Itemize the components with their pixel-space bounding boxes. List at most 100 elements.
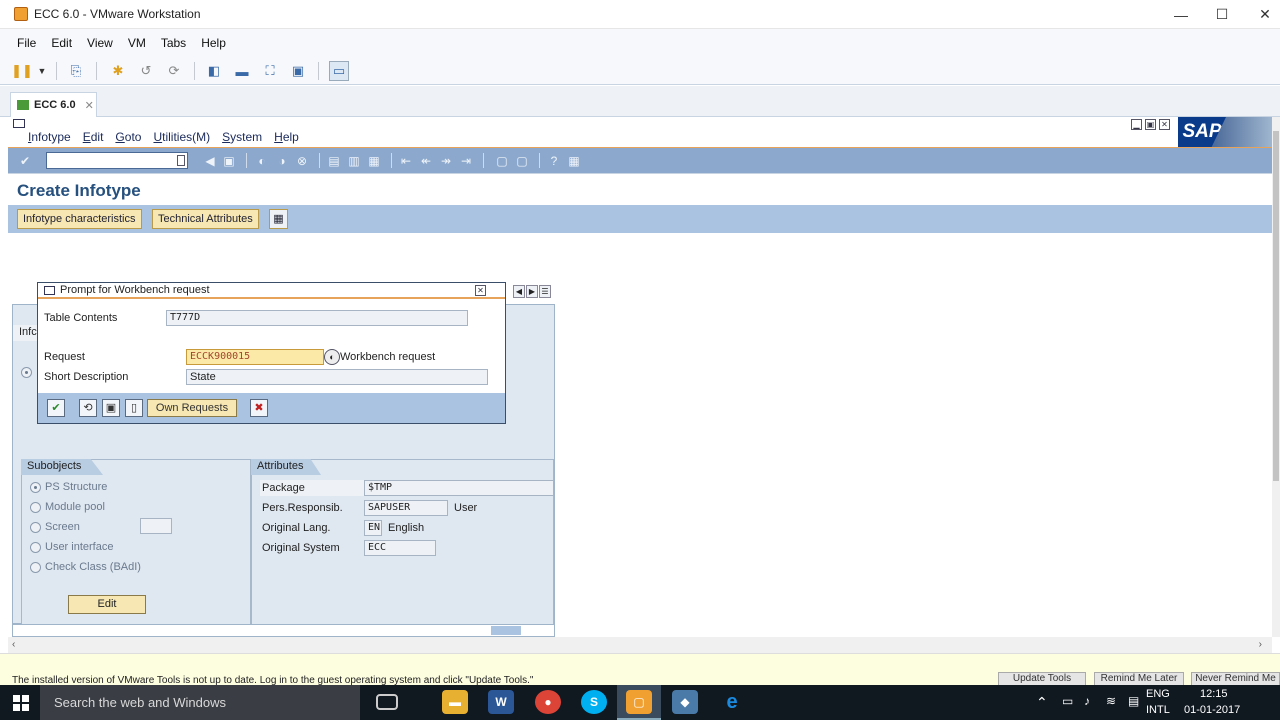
never-remind-button[interactable]: Never Remind Me	[1191, 672, 1280, 686]
search-placeholder: Search the web and Windows	[54, 695, 226, 710]
radio-ps-structure[interactable]: PS Structure	[30, 481, 107, 493]
radio-check-class[interactable]: Check Class (BAdI)	[30, 561, 141, 573]
help-icon[interactable]: ?	[546, 153, 562, 169]
menu-vm[interactable]: VM	[128, 36, 146, 50]
send-ctrl-alt-del-icon[interactable]: ⎘	[66, 61, 86, 81]
create-request-icon[interactable]: ◐	[324, 349, 340, 365]
full-screen-icon[interactable]: ⛶	[260, 61, 280, 81]
taskbar-search-box[interactable]: Search the web and Windows	[40, 685, 360, 720]
volume-icon[interactable]: ♪	[1084, 694, 1090, 720]
remind-later-button[interactable]: Remind Me Later	[1094, 672, 1184, 686]
task-view-icon[interactable]	[376, 694, 398, 710]
thumbnail-bar-icon[interactable]: ▬	[232, 61, 252, 81]
back-icon[interactable]: ◐	[254, 153, 270, 169]
display-request-icon[interactable]: ⟲	[79, 399, 97, 417]
sap-restore-icon[interactable]: ▣	[1145, 119, 1156, 130]
screen-layout-icon[interactable]: ▦	[269, 209, 288, 229]
menu-help[interactable]: Help	[201, 36, 226, 50]
notification-icon[interactable]: ▤	[1128, 694, 1139, 720]
panel-scrollbar[interactable]	[12, 624, 555, 637]
wifi-icon[interactable]: ≋	[1106, 694, 1116, 720]
new-session-icon[interactable]: ▢	[494, 153, 510, 169]
command-field[interactable]	[46, 152, 188, 169]
sap-menu-infotype[interactable]: Infotype	[28, 130, 71, 144]
update-tools-button[interactable]: Update Tools	[998, 672, 1086, 686]
infotype-characteristics-button[interactable]: Infotype characteristics	[17, 209, 142, 229]
unity-icon[interactable]: ▣	[288, 61, 308, 81]
file-explorer-icon[interactable]: ▬	[442, 690, 468, 714]
skype-icon[interactable]: S	[581, 690, 607, 714]
menu-tabs[interactable]: Tabs	[161, 36, 186, 50]
tab-list-icon[interactable]: ☰	[539, 285, 551, 298]
scroll-right-icon[interactable]: ▶	[526, 285, 538, 298]
enter-icon[interactable]: ✔	[17, 153, 33, 169]
partial-radio[interactable]	[21, 367, 32, 378]
shortcut-icon[interactable]: ▢	[514, 153, 530, 169]
print-icon[interactable]: ▤	[326, 153, 342, 169]
menu-file[interactable]: File	[17, 36, 36, 50]
dialog-menu-icon[interactable]	[44, 286, 55, 295]
triangle-left-icon[interactable]: ◀	[202, 153, 218, 169]
horizontal-scrollbar[interactable]: ‹ ›	[8, 637, 1272, 653]
vmware-taskbar-active[interactable]: ▢	[617, 685, 661, 720]
continue-check-icon[interactable]: ✔	[47, 399, 65, 417]
sap-minimize-icon[interactable]: ▁	[1131, 119, 1142, 130]
technical-attributes-button[interactable]: Technical Attributes	[152, 209, 259, 229]
menu-view[interactable]: View	[87, 36, 113, 50]
change-request-icon[interactable]: ▣	[102, 399, 120, 417]
edit-button[interactable]: Edit	[68, 595, 146, 614]
request-field[interactable]: ECCK900015	[186, 349, 324, 365]
maximize-button[interactable]: ☐	[1200, 0, 1244, 29]
pause-icon[interactable]: ❚❚	[11, 61, 33, 81]
dialog-close-icon[interactable]: ✕	[475, 285, 486, 296]
snapshot-icon[interactable]: ✱	[108, 61, 128, 81]
scroll-left-icon[interactable]: ◀	[513, 285, 525, 298]
screen-number-field[interactable]	[140, 518, 172, 534]
find-next-icon[interactable]: ▦	[366, 153, 382, 169]
chevron-up-icon[interactable]: ⌃	[1036, 694, 1048, 720]
library-icon[interactable]: ◧	[204, 61, 224, 81]
tab-ecc[interactable]: ECC 6.0 ✕	[10, 92, 97, 117]
sap-menu-edit[interactable]: Edit	[83, 130, 104, 144]
sap-menu-utilities[interactable]: Utilities(M)	[153, 130, 210, 144]
console-view-icon[interactable]: ▭	[329, 61, 349, 81]
close-button[interactable]: ✕	[1243, 0, 1280, 29]
edge-icon[interactable]: e	[719, 690, 745, 714]
radio-screen[interactable]: Screen	[30, 521, 80, 533]
find-icon[interactable]: ▥	[346, 153, 362, 169]
vertical-scrollbar[interactable]	[1272, 117, 1280, 637]
previous-page-icon[interactable]: ↞	[418, 153, 434, 169]
original-system-field: ECC	[364, 540, 436, 556]
windows-start-icon[interactable]	[13, 695, 29, 711]
menu-edit[interactable]: Edit	[51, 36, 72, 50]
sap-menu-goto[interactable]: Goto	[115, 130, 141, 144]
cancel-x-icon[interactable]: ✖	[250, 399, 268, 417]
word-icon[interactable]: W	[488, 690, 514, 714]
first-page-icon[interactable]: ⇤	[398, 153, 414, 169]
sap-menu-help[interactable]: Help	[274, 130, 299, 144]
radio-user-interface[interactable]: User interface	[30, 541, 113, 553]
layout-menu-icon[interactable]: ▦	[566, 153, 582, 169]
clock-date[interactable]: 01-01-2017	[1184, 704, 1240, 720]
sap-menu-system[interactable]: System	[222, 130, 262, 144]
cancel-icon[interactable]: ⊗	[294, 153, 310, 169]
create-document-icon[interactable]: ▯	[125, 399, 143, 417]
minimize-button[interactable]: —	[1159, 0, 1203, 29]
system-menu-icon[interactable]	[13, 119, 25, 128]
exit-icon[interactable]: ◑	[274, 153, 290, 169]
battery-icon[interactable]: ▭	[1062, 694, 1073, 720]
own-requests-button[interactable]: Own Requests	[147, 399, 237, 417]
scroll-right-arrow-icon[interactable]: ›	[1259, 639, 1262, 650]
app-icon[interactable]: ◆	[672, 690, 698, 714]
revert-snapshot-icon[interactable]: ↺	[136, 61, 156, 81]
sap-close-icon[interactable]: ✕	[1159, 119, 1170, 130]
tab-close-icon[interactable]: ✕	[85, 99, 94, 112]
next-page-icon[interactable]: ↠	[438, 153, 454, 169]
snapshot-manager-icon[interactable]: ⟳	[164, 61, 184, 81]
scroll-left-arrow-icon[interactable]: ‹	[12, 639, 15, 650]
radio-module-pool[interactable]: Module pool	[30, 501, 105, 513]
last-page-icon[interactable]: ⇥	[458, 153, 474, 169]
chrome-icon[interactable]: ●	[535, 690, 561, 714]
chevron-down-icon[interactable]: ▼	[32, 61, 52, 81]
save-icon[interactable]: ▣	[221, 153, 237, 169]
